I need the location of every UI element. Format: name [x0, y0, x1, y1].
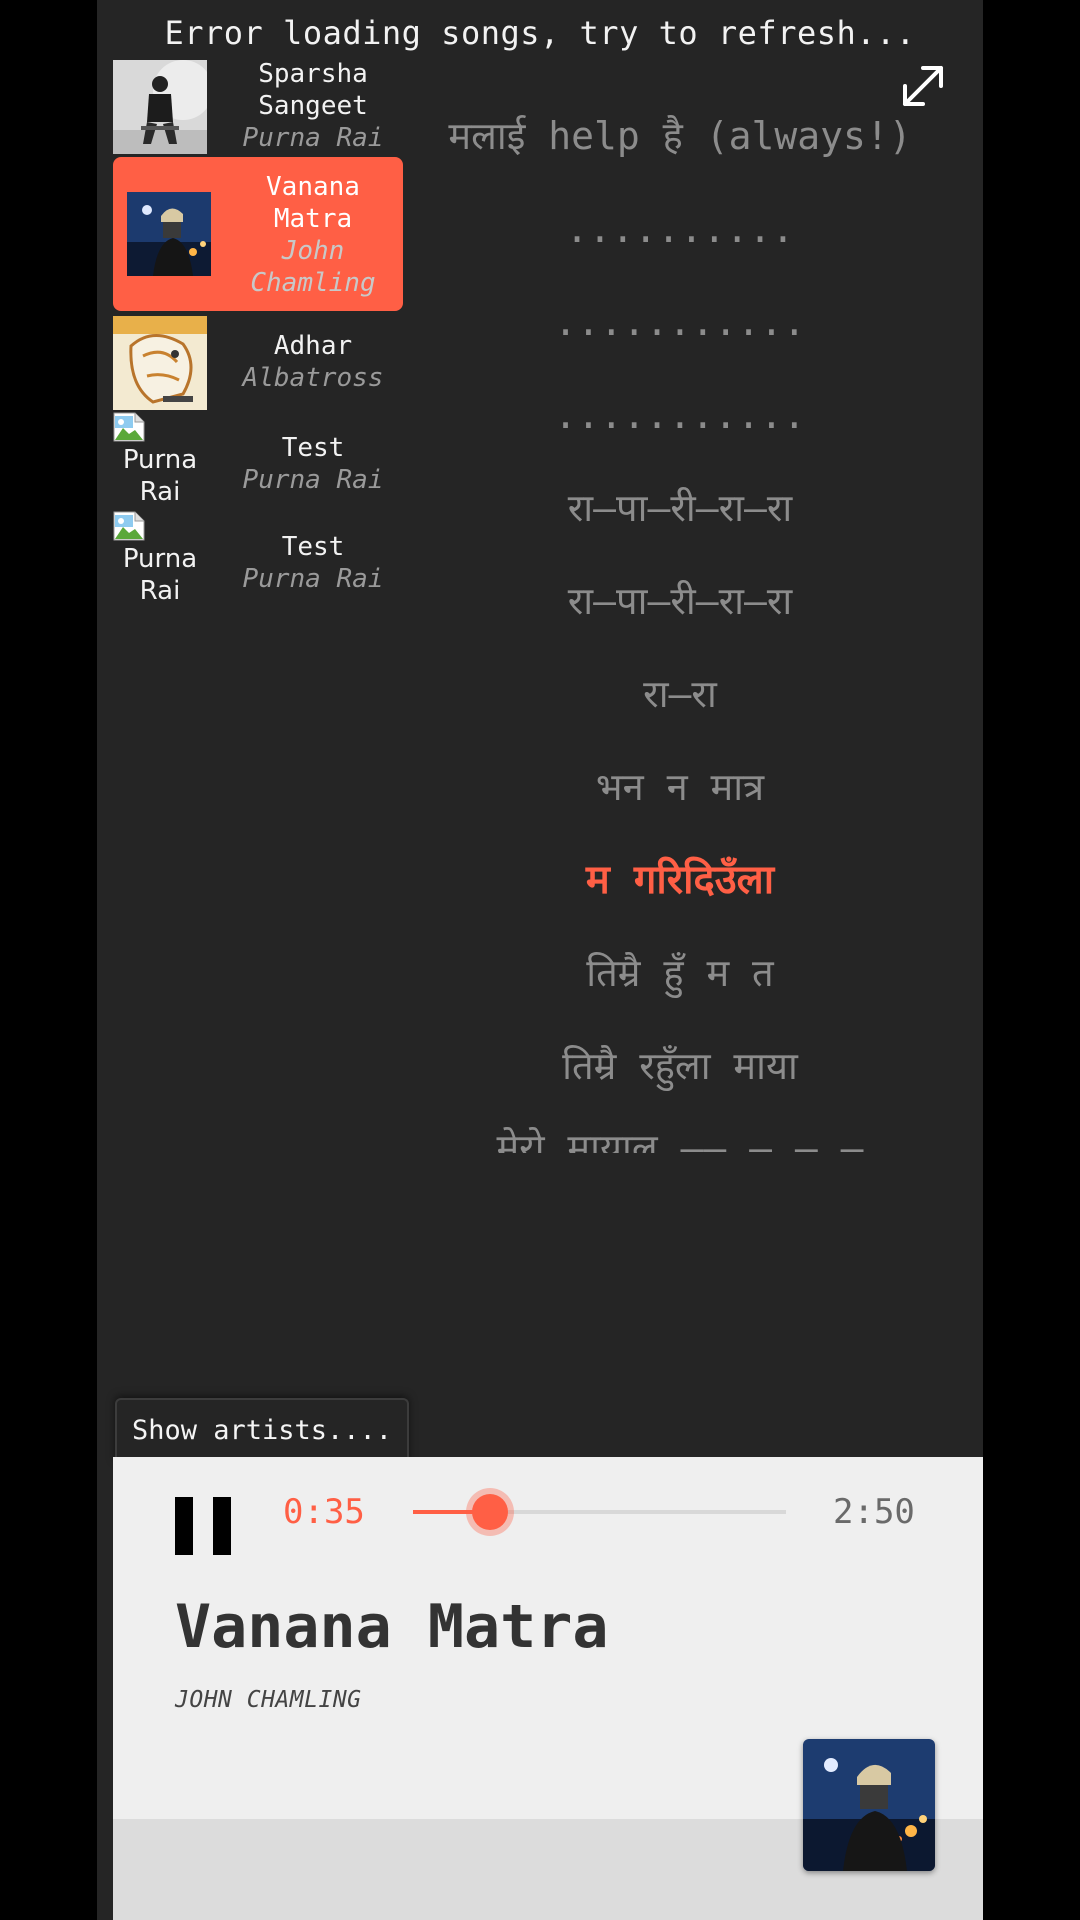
broken-image-icon	[113, 412, 145, 442]
song-title: Test	[281, 532, 345, 562]
lyric-line: रा–पा–री–रा–रा	[567, 486, 793, 530]
song-item[interactable]: Adhar Albatross	[113, 316, 403, 410]
lyric-line: रा–पा–री–रा–रा	[567, 579, 793, 623]
lyric-line: ..........	[565, 207, 795, 251]
song-item[interactable]: Sparsha Sangeet Purna Rai	[113, 58, 403, 154]
song-item[interactable]: Purna Rai Test Purna Rai	[113, 412, 403, 510]
lyric-line: ...........	[554, 300, 806, 344]
song-artist: Purna Rai	[242, 465, 384, 495]
now-playing-artist: JOHN CHAMLING	[175, 1687, 362, 1713]
pause-icon	[213, 1497, 231, 1555]
song-item[interactable]: Purna Rai Test Purna Rai	[113, 511, 403, 609]
total-time: 2:50	[833, 1492, 915, 1532]
song-item-active[interactable]: Vanana Matra John Chamling	[113, 157, 403, 311]
broken-image-icon	[113, 511, 145, 541]
pause-icon	[175, 1497, 193, 1555]
album-art-broken: Purna Rai	[113, 511, 207, 607]
lyric-line: रा–रा	[643, 672, 717, 716]
album-art-alt: Purna Rai	[122, 544, 198, 606]
player-panel: 0:35 2:50 Vanana Matra JOHN CHAMLING	[113, 1457, 983, 1920]
error-message: Error loading songs, try to refresh...	[164, 14, 916, 52]
lyric-line: भन न मात्र	[595, 765, 765, 809]
lyric-line-current: म गरिदिउँला	[585, 857, 775, 903]
now-playing-cover[interactable]	[803, 1739, 935, 1871]
song-artist: John Chamling	[250, 236, 376, 298]
lyric-line: तिम्रै रहुँला माया	[562, 1044, 798, 1088]
show-artists-button[interactable]: Show artists....	[115, 1398, 409, 1462]
song-title: Sparsha Sangeet	[258, 59, 368, 121]
song-meta: Adhar Albatross	[223, 330, 403, 394]
song-title: Adhar	[273, 331, 353, 361]
song-meta: Vanana Matra John Chamling	[223, 171, 403, 299]
lyric-line: तिम्रै हुँ म त	[586, 951, 774, 995]
seek-thumb[interactable]	[471, 1494, 508, 1530]
album-art-alt: Purna Rai	[122, 445, 198, 507]
app-window: Error loading songs, try to refresh... S…	[97, 0, 983, 1920]
song-artist: Purna Rai	[242, 123, 384, 153]
song-meta: Test Purna Rai	[223, 531, 403, 595]
song-artist: Albatross	[242, 363, 384, 393]
lyric-line: मलाई help है (always!)	[448, 114, 912, 158]
album-art-broken: Purna Rai	[113, 412, 207, 508]
song-title: Test	[281, 433, 345, 463]
elapsed-time: 0:35	[283, 1492, 365, 1532]
album-art	[113, 60, 207, 154]
lyrics-panel: मलाई help है (always!) .......... ......…	[427, 90, 933, 1153]
album-art	[127, 192, 211, 276]
song-title: Vanana Matra	[266, 172, 360, 234]
song-meta: Sparsha Sangeet Purna Rai	[223, 58, 403, 154]
seek-bar[interactable]	[413, 1494, 786, 1530]
lyric-line: ...........	[554, 393, 806, 437]
pause-button[interactable]	[175, 1497, 231, 1555]
album-art	[113, 316, 207, 410]
lyric-line: मेरो मायालु –– – – –	[496, 1126, 864, 1153]
song-meta: Test Purna Rai	[223, 432, 403, 496]
song-artist: Purna Rai	[242, 564, 384, 594]
now-playing-title: Vanana Matra	[175, 1592, 609, 1662]
